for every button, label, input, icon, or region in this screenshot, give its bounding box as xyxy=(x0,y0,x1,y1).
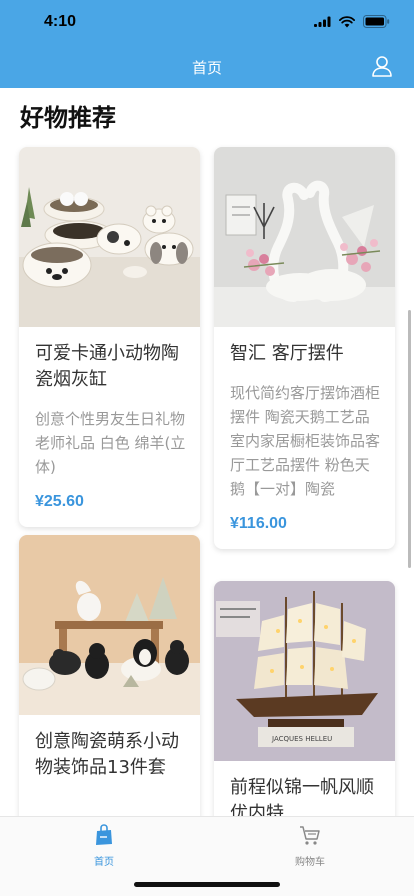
shopping-bag-icon xyxy=(96,824,112,845)
product-card[interactable]: 智汇 客厅摆件 现代简约客厅摆饰酒柜摆件 陶瓷天鹅工艺品室内家居橱柜装饰品客厅工… xyxy=(214,147,395,549)
tab-home[interactable]: 首页 xyxy=(54,823,154,868)
product-card[interactable]: JACQUES HELLEU 前程似锦一帆风顺 优内特 xyxy=(214,581,395,816)
product-image[interactable] xyxy=(19,535,200,715)
signal-icon xyxy=(314,16,331,27)
product-title: 创意陶瓷萌系小动物装饰品13件套 xyxy=(35,731,179,778)
tab-cart[interactable]: 购物车 xyxy=(260,823,360,868)
user-icon[interactable] xyxy=(370,54,394,78)
product-image[interactable]: JACQUES HELLEU xyxy=(214,581,395,761)
product-title: 前程似锦一帆风顺 优内特 xyxy=(230,777,374,816)
nav-title: 首页 xyxy=(191,59,222,77)
scroll-indicator[interactable] xyxy=(408,310,411,568)
product-description: 现代简约客厅摆饰酒柜摆件 陶瓷天鹅工艺品室内家居橱柜装饰品客厅工艺品摆件 粉色天… xyxy=(230,384,381,498)
tab-cart-label: 购物车 xyxy=(295,857,325,868)
product-price: ¥25.60 xyxy=(35,493,84,510)
battery-icon xyxy=(363,15,390,28)
product-card[interactable]: 创意陶瓷萌系小动物装饰品13件套 xyxy=(19,535,200,816)
svg-text:JACQUES HELLEU: JACQUES HELLEU xyxy=(271,735,332,743)
status-bar: 4:10 xyxy=(0,0,414,44)
status-time: 4:10 xyxy=(44,13,77,30)
product-title: 智汇 客厅摆件 xyxy=(230,343,344,364)
product-card[interactable]: 可爱卡通小动物陶瓷烟灰缸 创意个性男友生日礼物老师礼品 白色 绵羊(立体) ¥2… xyxy=(19,147,200,527)
product-image[interactable] xyxy=(19,147,200,327)
product-image[interactable] xyxy=(214,147,395,327)
status-icons xyxy=(314,15,390,28)
cart-icon xyxy=(300,826,320,845)
product-description: 创意个性男友生日礼物老师礼品 白色 绵羊(立体) xyxy=(35,410,186,476)
tab-home-label: 首页 xyxy=(94,857,114,868)
product-price: ¥116.00 xyxy=(230,515,287,532)
home-indicator[interactable] xyxy=(134,882,280,887)
home-content[interactable]: 好物推荐 可爱卡通小动物陶瓷烟灰缸 创意个性男友生日礼物老师礼品 白色 绵羊(立… xyxy=(0,88,414,816)
section-title: 好物推荐 xyxy=(20,104,116,132)
product-title: 可爱卡通小动物陶瓷烟灰缸 xyxy=(35,343,179,390)
wifi-icon xyxy=(339,15,355,27)
navigation-bar: 首页 xyxy=(0,44,414,88)
